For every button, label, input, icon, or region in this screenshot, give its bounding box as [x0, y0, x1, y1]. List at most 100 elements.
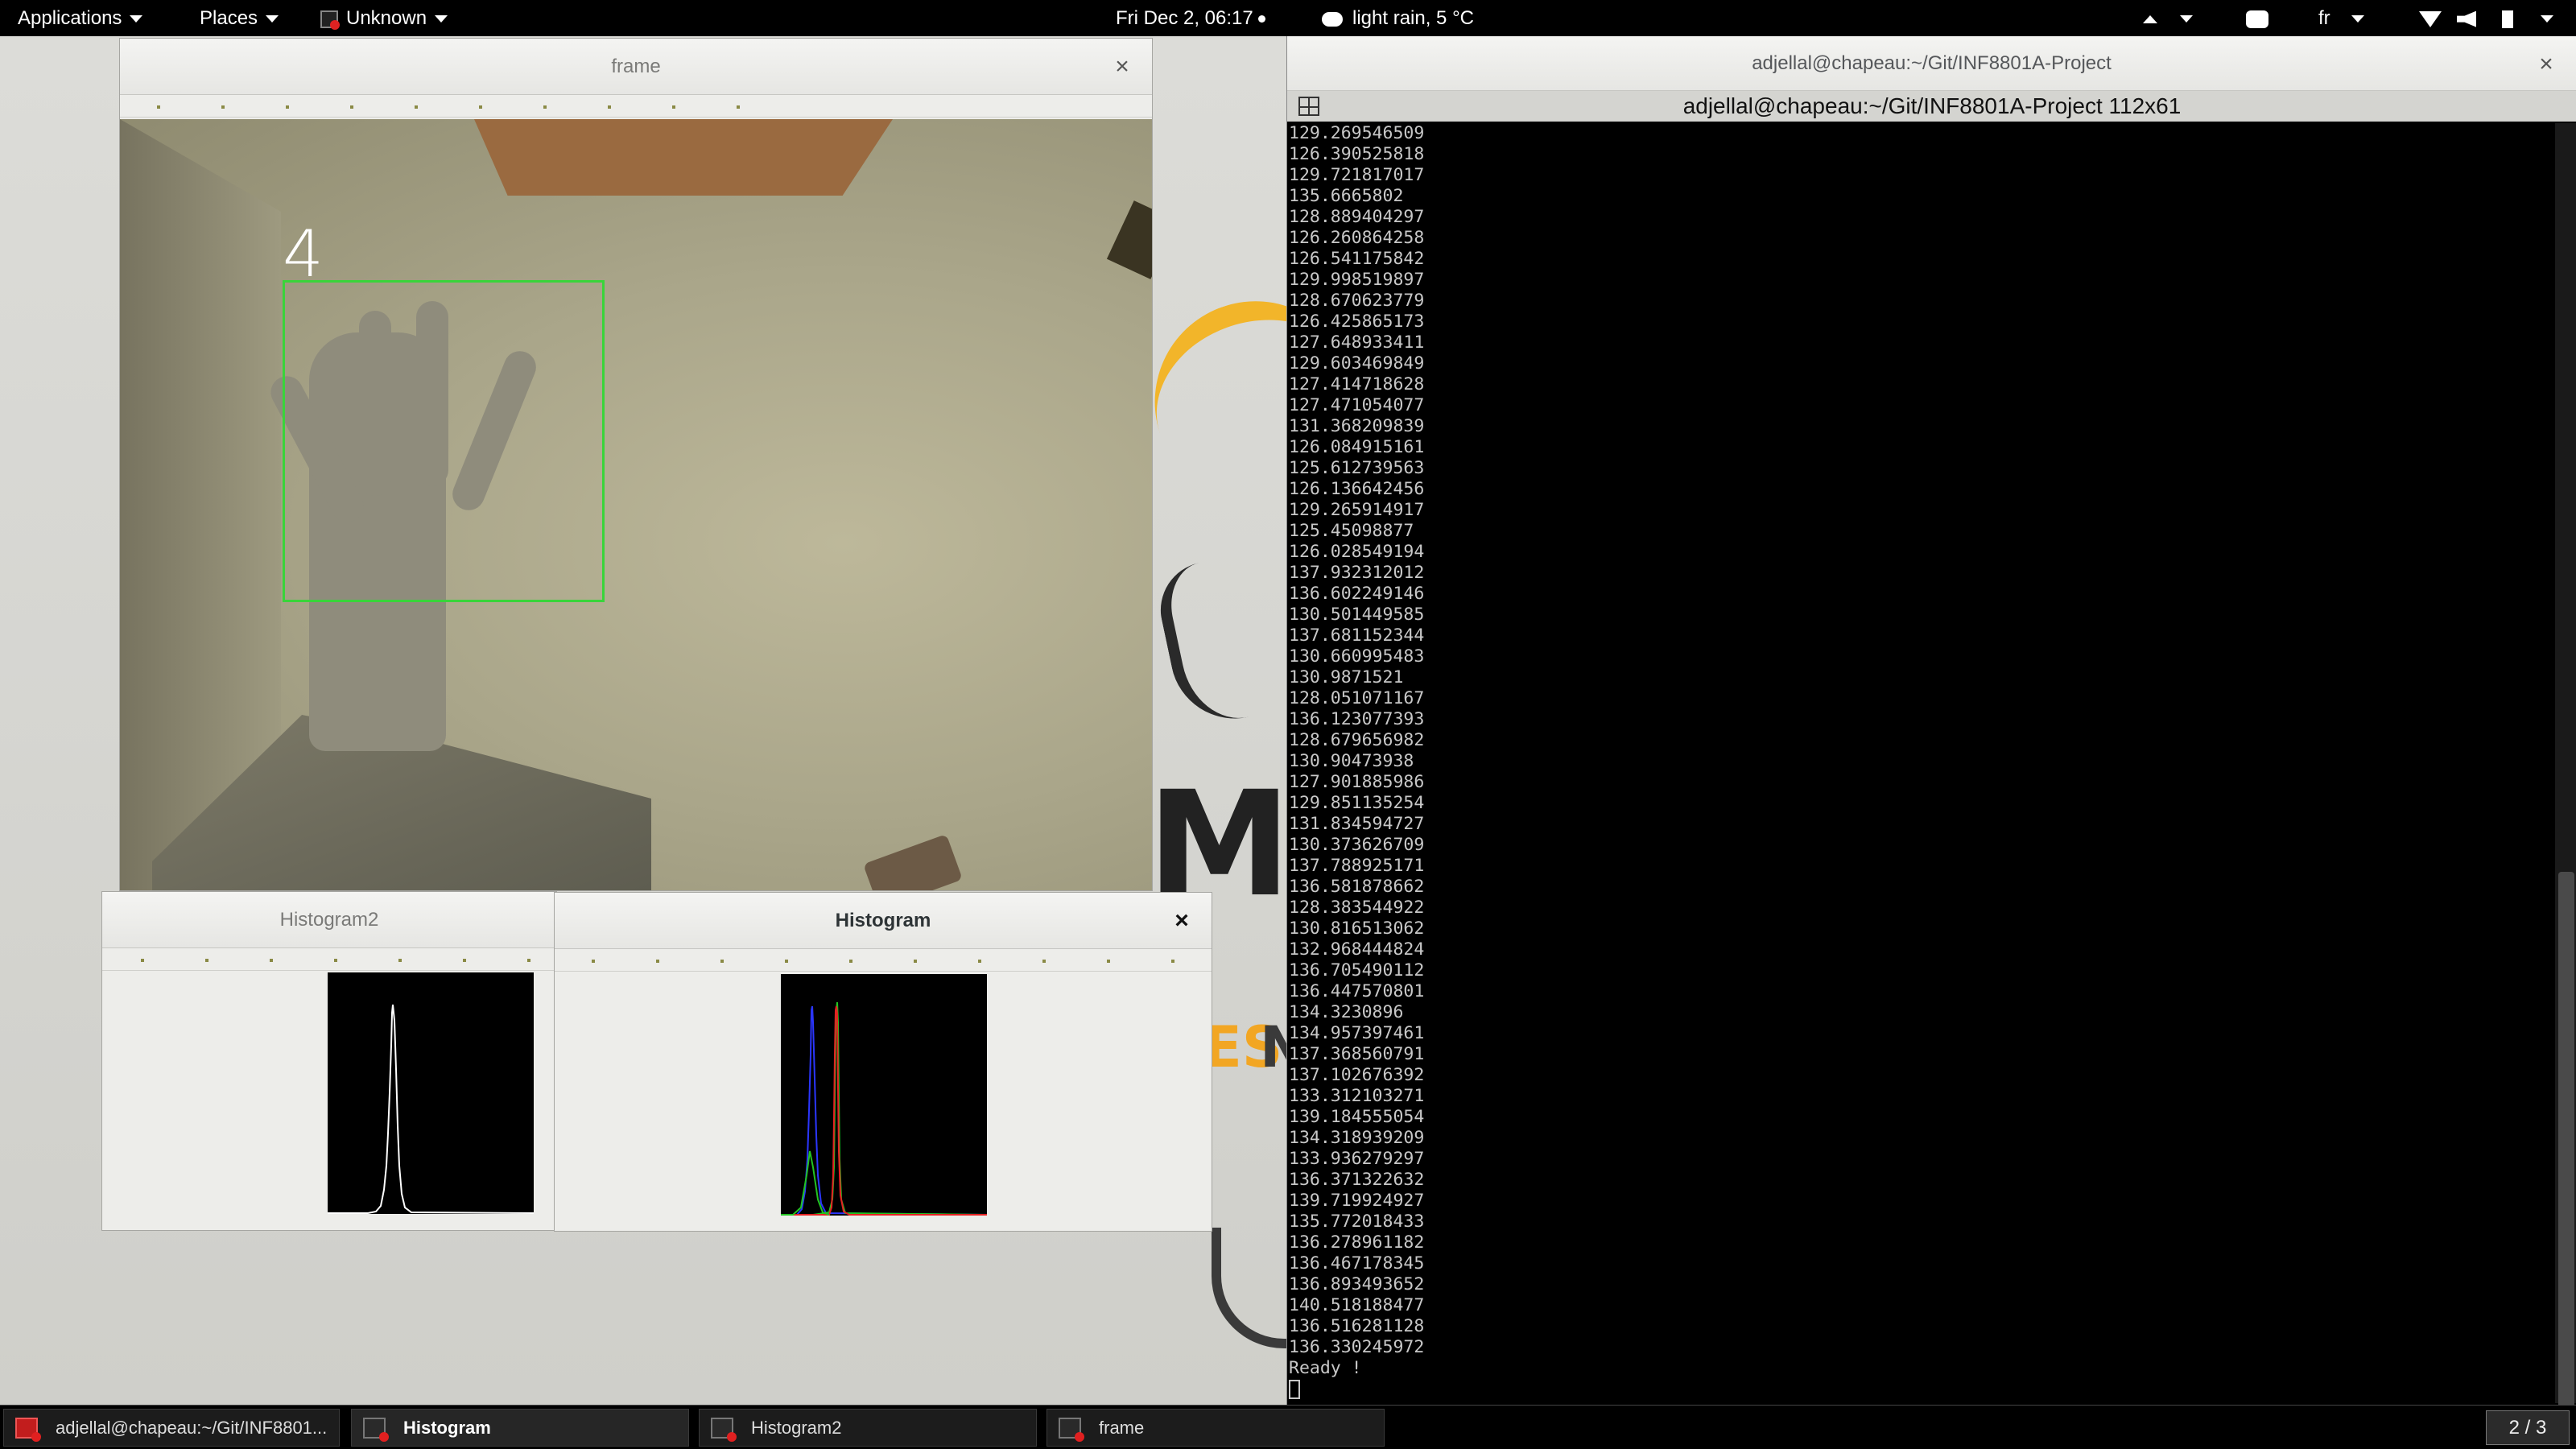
- taskbar-item-histogram2[interactable]: Histogram2: [699, 1409, 1037, 1447]
- toolbar-button[interactable]: [205, 959, 208, 962]
- camera-dark-object: [1106, 200, 1152, 279]
- toolbar-button[interactable]: [1171, 960, 1174, 963]
- toolbar-button[interactable]: [720, 960, 724, 963]
- toolbar-button[interactable]: [463, 959, 466, 962]
- terminal-line: 134.3230896: [1289, 1002, 1404, 1022]
- system-menu[interactable]: [2533, 0, 2553, 36]
- close-icon[interactable]: ×: [2533, 36, 2560, 93]
- toolbar-button[interactable]: [334, 959, 337, 962]
- terminal-tab[interactable]: adjellal@chapeau:~/Git/INF8801A-Project …: [1287, 91, 2576, 122]
- terminal-line: 128.383544922: [1289, 898, 1425, 918]
- terminal-line: 128.670623779: [1289, 291, 1425, 311]
- toolbar-button[interactable]: [1107, 960, 1110, 963]
- applications-menu[interactable]: Applications: [18, 0, 143, 36]
- color-histogram-plot: [781, 974, 987, 1216]
- grayscale-histogram-plot: [328, 972, 534, 1214]
- frame-titlebar[interactable]: frame ×: [120, 39, 1152, 95]
- top-panel: Applications Places Unknown Fri Dec 2, 0…: [0, 0, 2576, 36]
- terminal-line: 128.889404297: [1289, 207, 1425, 227]
- histogram-titlebar[interactable]: Histogram ×: [555, 893, 1212, 949]
- places-menu[interactable]: Places: [200, 0, 279, 36]
- toolbar-button[interactable]: [608, 105, 611, 109]
- toolbar-button[interactable]: [415, 105, 418, 109]
- terminal-output[interactable]: 129.269546509 126.390525818 129.721817017 1…: [1289, 123, 2545, 1403]
- wifi-icon: [2419, 10, 2442, 27]
- toolbar-button[interactable]: [157, 105, 160, 109]
- active-app-label: Unknown: [346, 7, 427, 29]
- active-app-menu[interactable]: Unknown: [320, 0, 448, 36]
- weather-indicator[interactable]: light rain, 5 °C: [1322, 0, 1474, 36]
- toolbar-button[interactable]: [527, 959, 530, 962]
- battery-indicator[interactable]: [2502, 0, 2513, 36]
- taskbar-item-frame[interactable]: frame: [1046, 1409, 1385, 1447]
- keyboard-layout-menu[interactable]: fr: [2318, 0, 2364, 36]
- clock[interactable]: Fri Dec 2, 06:17: [1116, 0, 1265, 36]
- terminal-line: 129.265914917: [1289, 500, 1425, 520]
- new-tab-icon[interactable]: [1298, 97, 1319, 116]
- chevron-down-icon: [2541, 15, 2553, 23]
- window-app-icon: [1059, 1418, 1084, 1442]
- toolbar-button[interactable]: [785, 960, 788, 963]
- terminal-line: 129.721817017: [1289, 165, 1425, 185]
- terminal-line: 126.136642456: [1289, 479, 1425, 499]
- toolbar-button[interactable]: [398, 959, 402, 962]
- hand-bounding-box: [283, 280, 605, 602]
- taskbar-item-terminal[interactable]: adjellal@chapeau:~/Git/INF8801...: [3, 1409, 340, 1447]
- toolbar-button[interactable]: [849, 960, 852, 963]
- gray-histogram-line: [328, 1004, 534, 1214]
- frame-toolbar: [120, 97, 1152, 118]
- chevron-down-icon: [2180, 15, 2193, 23]
- toolbar-button[interactable]: [350, 105, 353, 109]
- toolbar-button[interactable]: [1042, 960, 1046, 963]
- terminal-line: 126.260864258: [1289, 228, 1425, 248]
- volume-indicator[interactable]: [2457, 0, 2476, 36]
- workspace-switcher[interactable]: 2 / 3: [2486, 1410, 2570, 1445]
- red-histogram-line: [781, 1005, 987, 1216]
- toolbar-button[interactable]: [672, 105, 675, 109]
- toolbar-button[interactable]: [978, 960, 981, 963]
- terminal-line: 130.816513062: [1289, 919, 1425, 939]
- terminal-line: 127.648933411: [1289, 332, 1425, 353]
- terminal-scrollbar[interactable]: [2555, 123, 2576, 1449]
- histogram2-titlebar[interactable]: Histogram2: [102, 892, 556, 948]
- weather-label: light rain, 5 °C: [1352, 7, 1474, 29]
- chevron-down-icon: [266, 15, 279, 23]
- terminal-line: 131.834594727: [1289, 814, 1425, 834]
- terminal-line: 135.772018433: [1289, 1212, 1425, 1232]
- toolbar-button[interactable]: [221, 105, 225, 109]
- terminal-line: 136.278961182: [1289, 1232, 1425, 1253]
- terminal-line: Ready !: [1289, 1358, 1362, 1378]
- toolbar-button[interactable]: [479, 105, 482, 109]
- terminal-line: 127.414718628: [1289, 374, 1425, 394]
- chevron-down-icon: [2351, 15, 2364, 23]
- toolbar-button[interactable]: [543, 105, 547, 109]
- network-indicator[interactable]: [2419, 0, 2442, 36]
- camera-floor-object: [863, 833, 963, 890]
- chat-indicator[interactable]: [2246, 0, 2268, 36]
- notification-dot-icon: [1257, 15, 1265, 23]
- applications-label: Applications: [18, 7, 122, 29]
- taskbar-item-histogram[interactable]: Histogram: [351, 1409, 689, 1447]
- toolbar-button[interactable]: [592, 960, 595, 963]
- toolbar-button[interactable]: [656, 960, 659, 963]
- terminal-app-icon: [15, 1418, 41, 1442]
- toolbar-button[interactable]: [286, 105, 289, 109]
- terminal-titlebar[interactable]: adjellal@chapeau:~/Git/INF8801A-Project …: [1287, 36, 2576, 91]
- close-icon[interactable]: ×: [1168, 893, 1195, 949]
- terminal-line: 136.516281128: [1289, 1316, 1425, 1336]
- keyboard-layout-label: fr: [2318, 7, 2330, 29]
- volume-muted-icon: [2457, 10, 2476, 27]
- frame-window: frame × 4: [119, 38, 1153, 891]
- eject-indicator[interactable]: [2143, 0, 2193, 36]
- terminal-line: 136.330245972: [1289, 1337, 1425, 1357]
- eject-icon: [2143, 14, 2157, 23]
- toolbar-button[interactable]: [914, 960, 917, 963]
- toolbar-button[interactable]: [141, 959, 144, 962]
- terminal-cursor: [1289, 1380, 1300, 1399]
- close-icon[interactable]: ×: [1108, 39, 1136, 95]
- toolbar-button[interactable]: [737, 105, 740, 109]
- terminal-prompt-line[interactable]: [1289, 1379, 2545, 1400]
- finger-count-label: 4: [283, 217, 324, 291]
- scrollbar-thumb[interactable]: [2558, 872, 2574, 1449]
- toolbar-button[interactable]: [270, 959, 273, 962]
